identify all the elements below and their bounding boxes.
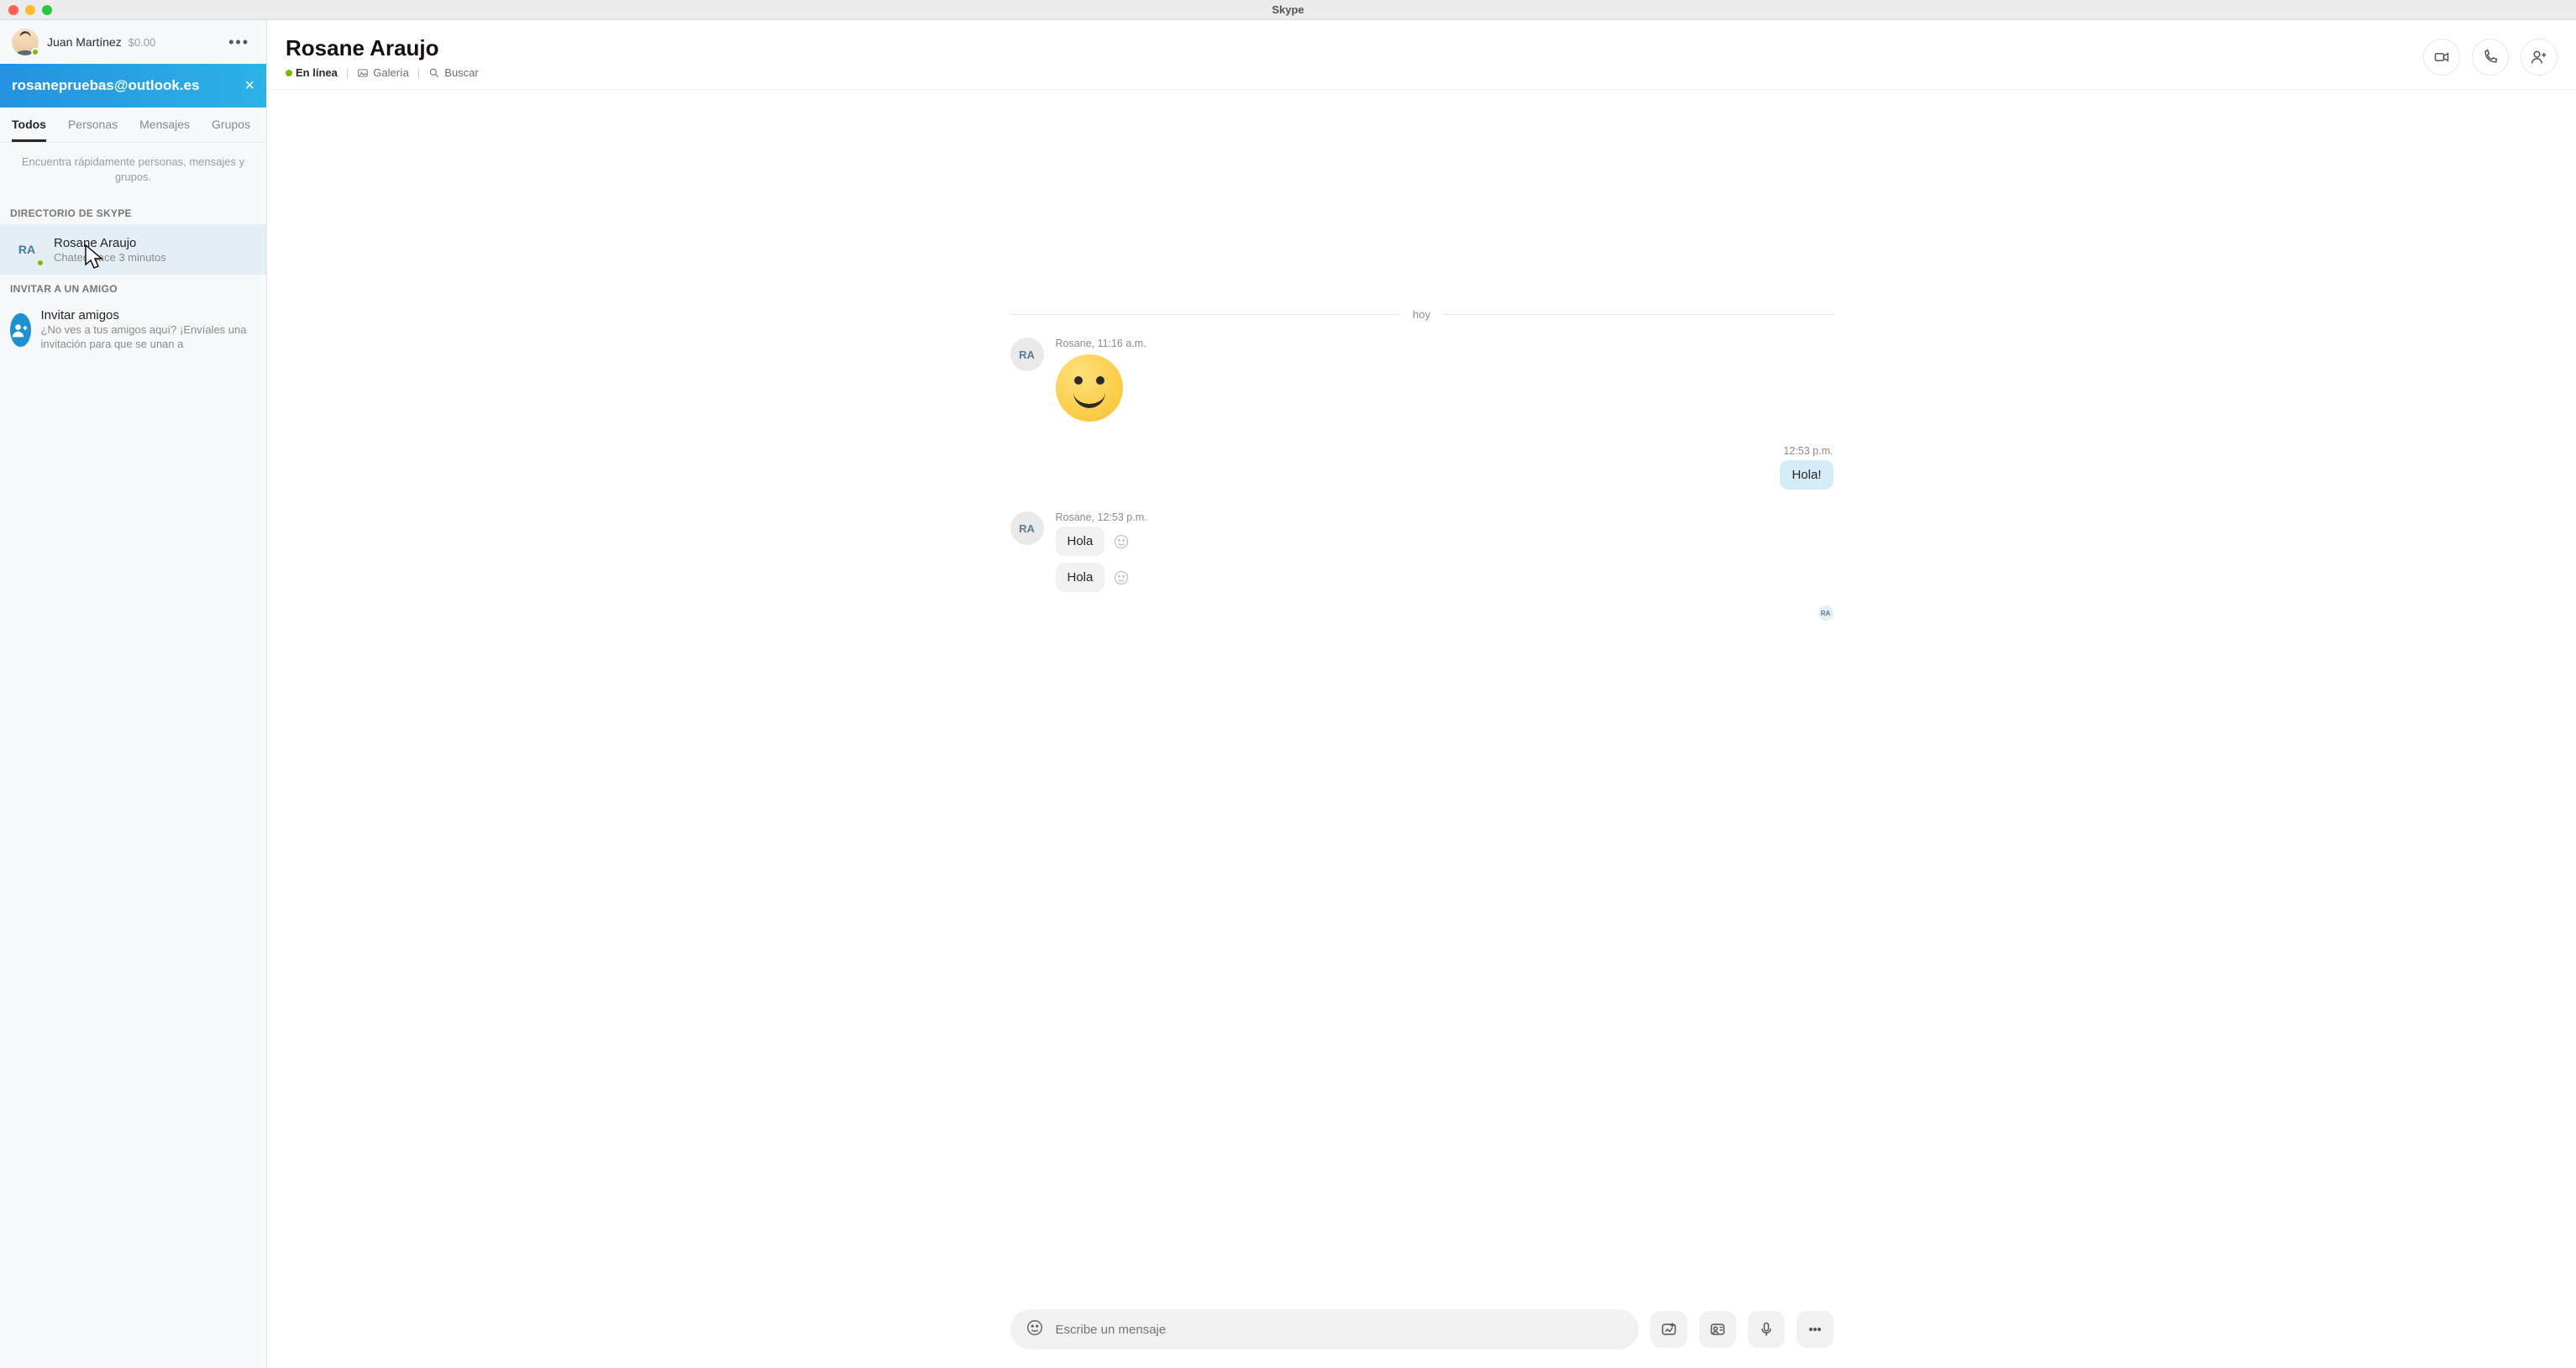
add-person-icon: [10, 313, 31, 347]
more-actions-button[interactable]: [1797, 1311, 1834, 1348]
chat-status: En línea: [286, 66, 338, 79]
profile-name: Juan Martínez: [47, 35, 122, 49]
search-hint: Encuentra rápidamente personas, mensajes…: [0, 143, 266, 199]
close-icon[interactable]: ×: [244, 76, 254, 96]
message-meta: Rosane, 12:53 p.m.: [1056, 511, 1147, 523]
emoji-picker-button[interactable]: [1026, 1318, 1044, 1341]
react-button[interactable]: [1113, 569, 1130, 586]
section-directory: DIRECTORIO DE SKYPE: [0, 199, 266, 224]
message-meta: Rosane, 11:16 a.m.: [1056, 338, 1146, 349]
message-out: 12:53 p.m. Hola!: [1010, 445, 1834, 490]
contact-card-icon: [1709, 1321, 1726, 1338]
message-meta: 12:53 p.m.: [1780, 445, 1833, 457]
message-bubble[interactable]: Hola!: [1780, 460, 1833, 490]
smile-icon: [1026, 1318, 1044, 1337]
message-input-pill[interactable]: [1010, 1309, 1639, 1350]
message-bubble[interactable]: Hola: [1056, 527, 1105, 556]
audio-call-button[interactable]: [2472, 39, 2509, 76]
chat-title: Rosane Araujo: [286, 35, 479, 61]
message-input[interactable]: [1056, 1323, 1624, 1337]
presence-online-icon: [36, 259, 45, 267]
sender-avatar[interactable]: RA: [1010, 338, 1044, 371]
user-avatar[interactable]: [12, 29, 39, 55]
more-icon[interactable]: •••: [223, 30, 254, 55]
gallery-link[interactable]: Galería: [357, 66, 409, 79]
contact-avatar: RA: [10, 233, 44, 266]
smile-emoji-icon: [1056, 354, 1123, 422]
contact-item-rosane[interactable]: RA Rosane Araujo Chateó hace 3 minutos: [0, 224, 266, 275]
composer: [267, 1301, 2576, 1368]
attach-media-button[interactable]: [1650, 1311, 1687, 1348]
search-in-chat-link[interactable]: Buscar: [428, 66, 478, 79]
message-in: RA Rosane, 12:53 p.m. Hola Hola: [1010, 511, 1834, 592]
profile-balance: $0.00: [129, 36, 156, 49]
tab-grupos[interactable]: Grupos: [212, 107, 250, 142]
react-button[interactable]: [1113, 533, 1130, 550]
window-titlebar: Skype: [0, 0, 2576, 20]
contact-subtitle: Chateó hace 3 minutos: [54, 251, 166, 264]
search-tabs: Todos Personas Mensajes Grupos: [0, 107, 266, 143]
invite-subtitle: ¿No ves a tus amigos aquí? ¡Envíales una…: [41, 323, 256, 352]
read-receipt: RA: [1010, 605, 1834, 621]
tab-mensajes[interactable]: Mensajes: [139, 107, 190, 142]
add-person-icon: [2531, 49, 2547, 66]
app-title: Skype: [0, 3, 2576, 16]
search-text: rosanepruebas@outlook.es: [12, 77, 199, 94]
search-icon: [428, 67, 440, 79]
tab-todos[interactable]: Todos: [12, 107, 46, 142]
message-emoji[interactable]: [1056, 353, 1123, 423]
presence-online-icon: [31, 48, 39, 56]
section-invite: INVITAR A UN AMIGO: [0, 275, 266, 300]
phone-icon: [2482, 49, 2499, 66]
image-icon: [357, 67, 369, 79]
tab-personas[interactable]: Personas: [68, 107, 118, 142]
sidebar: Juan Martínez $0.00 ••• rosanepruebas@ou…: [0, 20, 267, 1368]
invite-friends-item[interactable]: Invitar amigos ¿No ves a tus amigos aquí…: [0, 300, 266, 360]
contact-name: Rosane Araujo: [54, 236, 166, 250]
message-bubble[interactable]: Hola: [1056, 563, 1105, 592]
image-add-icon: [1660, 1321, 1677, 1338]
contact-card-button[interactable]: [1699, 1311, 1736, 1348]
video-call-button[interactable]: [2423, 39, 2460, 76]
profile-row[interactable]: Juan Martínez $0.00 •••: [0, 20, 266, 64]
microphone-icon: [1758, 1321, 1775, 1338]
chat-header: Rosane Araujo En línea | Galería | Busca…: [267, 20, 2576, 90]
more-icon: [1807, 1321, 1823, 1338]
chat-pane: Rosane Araujo En línea | Galería | Busca…: [267, 20, 2576, 1368]
receipt-avatar: RA: [1818, 605, 1834, 621]
chat-body[interactable]: hoy RA Rosane, 11:16 a.m.: [267, 90, 2576, 1301]
sender-avatar[interactable]: RA: [1010, 511, 1044, 545]
add-participant-button[interactable]: [2521, 39, 2558, 76]
search-banner[interactable]: rosanepruebas@outlook.es ×: [0, 64, 266, 107]
invite-title: Invitar amigos: [41, 308, 256, 322]
contact-initials: RA: [18, 243, 35, 256]
day-separator: hoy: [1010, 308, 1834, 321]
message-in: RA Rosane, 11:16 a.m.: [1010, 338, 1834, 423]
voice-message-button[interactable]: [1748, 1311, 1785, 1348]
presence-online-icon: [286, 70, 292, 76]
video-icon: [2433, 49, 2450, 66]
